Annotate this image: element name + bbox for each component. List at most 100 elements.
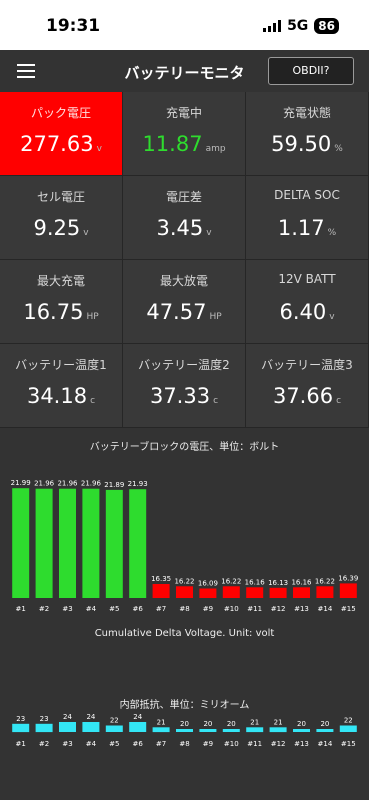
chart-tick-label: #9 — [203, 605, 213, 613]
metrics-grid: パック電圧 277.63 v 充電中 11.87 amp 充電状態 59.50% セル電圧 9.2… — [0, 92, 369, 428]
metric-unit: c — [90, 396, 96, 406]
chart-tick-label: #6 — [133, 740, 144, 748]
chart-bar — [59, 722, 76, 732]
internal-resistance-chart-svg: 23 #1 23 #2 24 #3 24 #4 22 #5 24 #6 21 #7 20 #8 20 #9 20 #1… — [12, 713, 357, 748]
metric-tile: 電圧差 3.45 v — [123, 176, 246, 260]
metric-value-row: 16.75 HP — [0, 300, 122, 324]
chart-tick-label: #2 — [39, 740, 49, 748]
metric-value-row: 3.45 v — [123, 216, 245, 240]
chart-tick-label: #6 — [133, 605, 144, 613]
metric-unit: % — [327, 228, 337, 238]
metric-tile: 充電状態 59.50% — [246, 92, 369, 176]
metric-value: 37.66 — [272, 384, 334, 408]
chart-data-label: 16.13 — [268, 579, 288, 587]
metric-value: 37.33 — [149, 384, 211, 408]
chart-tick-label: #11 — [247, 740, 262, 748]
metric-value-row: 34.18 c — [0, 384, 122, 408]
chart-tick-label: #8 — [179, 605, 189, 613]
chart-data-label: 21.89 — [104, 481, 124, 489]
chart-tick-label: #13 — [294, 740, 309, 748]
chart-bar — [152, 727, 170, 733]
metric-label: 最大充電 — [36, 274, 85, 288]
metric-value: 47.57 — [146, 300, 207, 324]
block-voltage-chart-svg: 21.99 #1 21.96 #2 21.96 #3 21.96 #4 21.89 #5 21.93… — [11, 479, 359, 613]
metric-tile: バッテリー温度1 34.18 c — [0, 344, 123, 428]
chart-bar — [199, 729, 217, 732]
chart-data-label: 21.96 — [34, 480, 55, 488]
chart-bar — [222, 586, 240, 598]
metric-value: 11.87 — [142, 132, 203, 156]
chart-bar — [269, 587, 287, 598]
metric-value-row: 11.87 amp — [123, 132, 245, 156]
chart-bar — [35, 488, 53, 598]
metric-tile: 12V BATT 6.40 v — [246, 260, 369, 344]
chart-tick-label: #3 — [62, 740, 72, 748]
chart-bar — [152, 584, 170, 598]
chart-bar — [269, 727, 287, 733]
chart-bar — [316, 586, 334, 598]
metric-value: 34.18 — [26, 384, 88, 408]
chart-bar — [339, 725, 357, 732]
chart-tick-label: #2 — [39, 605, 49, 613]
chart-data-label: 21 — [250, 718, 259, 726]
metric-value-row: 37.66 c — [246, 384, 368, 408]
status-indicators: 5G 86 — [263, 18, 339, 34]
metric-value: 3.45 — [156, 216, 204, 240]
chart-data-label: 23 — [16, 715, 25, 723]
metric-value-row: 277.63 v — [0, 132, 122, 156]
chart-tick-label: #7 — [156, 740, 166, 748]
obd-connect-button[interactable]: OBDII? — [268, 57, 354, 85]
chart-bar — [12, 723, 30, 733]
status-time: 19:31 — [46, 16, 101, 36]
chart-data-label: 16.39 — [338, 574, 358, 582]
status-bar: 19:31 5G 86 — [0, 0, 369, 50]
metric-value-row: 37.33 c — [123, 384, 245, 408]
metric-label: バッテリー温度2 — [138, 358, 230, 372]
chart-tick-label: #5 — [109, 740, 119, 748]
chart-tick-label: #4 — [86, 740, 97, 748]
metric-tile: パック電圧 277.63 v — [0, 92, 123, 176]
metric-label: バッテリー温度1 — [15, 358, 107, 372]
metric-value: 6.40 — [279, 300, 327, 324]
metric-value: 9.25 — [33, 216, 81, 240]
metric-unit: v — [206, 228, 212, 238]
chart-tick-label: #5 — [109, 605, 119, 613]
chart-data-label: 16.22 — [221, 577, 241, 585]
chart-data-label: 16.35 — [151, 575, 171, 583]
cumulative-delta-chart-title: Cumulative Delta Voltage. Unit: volt — [94, 628, 275, 639]
chart-bar — [105, 725, 123, 732]
chart-tick-label: #12 — [271, 605, 286, 613]
block-voltage-chart: バッテリーブロックの電圧、単位：ボルト 21.99 #1 21.96 #2 21.96 #… — [0, 432, 369, 614]
chart-data-label: 21.93 — [128, 480, 148, 488]
chart-data-label: 16.22 — [315, 577, 335, 585]
chart-bar — [293, 729, 310, 732]
chart-tick-label: #14 — [318, 605, 333, 613]
chart-bar — [176, 729, 193, 732]
chart-data-label: 21.96 — [57, 480, 78, 488]
metric-value: 1.17 — [277, 216, 325, 240]
chart-data-label: 21.99 — [11, 479, 31, 487]
metric-tile: DELTA SOC 1.17% — [246, 176, 369, 260]
chart-tick-label: #13 — [294, 605, 309, 613]
chart-bar — [293, 587, 310, 598]
chart-tick-label: #9 — [203, 740, 213, 748]
chart-tick-label: #12 — [271, 740, 286, 748]
chart-data-label: 16.09 — [198, 580, 218, 588]
chart-bar — [129, 722, 147, 732]
chart-bar — [105, 489, 123, 598]
chart-bar — [246, 727, 264, 733]
chart-data-label: 20 — [297, 720, 306, 728]
chart-data-label: 16.22 — [174, 577, 194, 585]
chart-data-label: 20 — [227, 720, 236, 728]
metric-value-row: 9.25 v — [0, 216, 122, 240]
metric-value-row: 6.40 v — [246, 300, 368, 324]
chart-data-label: 24 — [133, 713, 142, 721]
chart-data-label: 20 — [320, 720, 329, 728]
metric-unit: HP — [209, 312, 222, 322]
metric-unit: c — [336, 396, 342, 406]
metric-tile: バッテリー温度3 37.66 c — [246, 344, 369, 428]
metric-label: バッテリー温度3 — [261, 358, 353, 372]
metric-tile: 最大放電 47.57 HP — [123, 260, 246, 344]
chart-data-label: 21.96 — [81, 480, 102, 488]
chart-tick-label: #15 — [341, 740, 356, 748]
